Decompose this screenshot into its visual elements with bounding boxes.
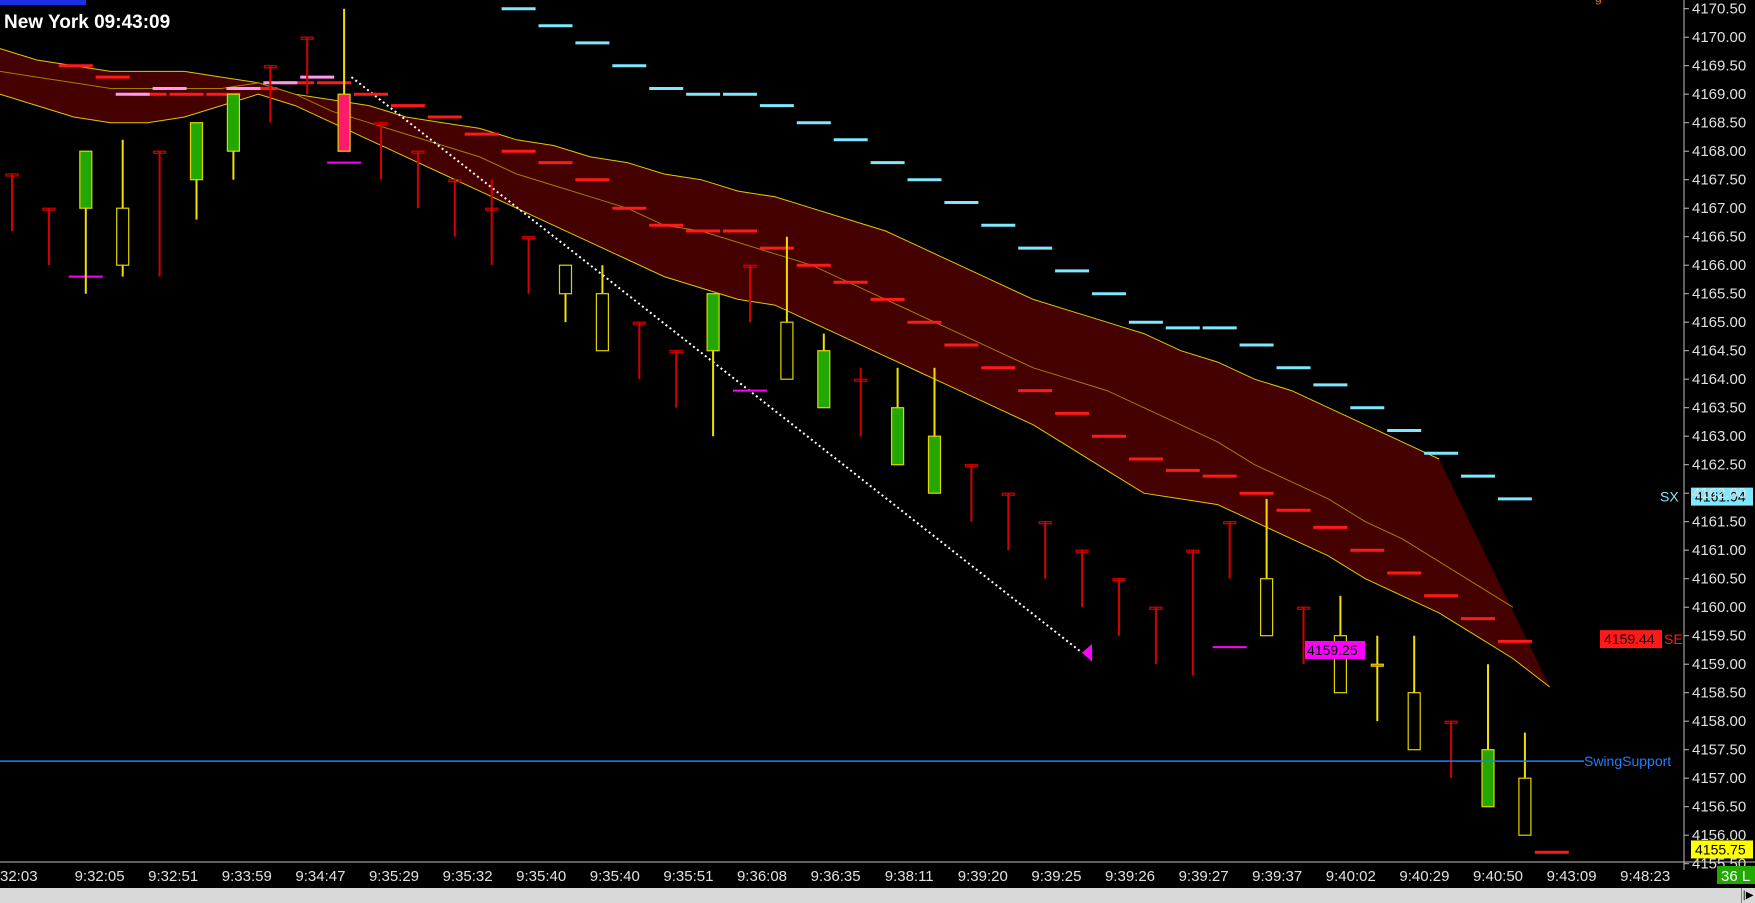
price-tick-label: 4160.00 — [1692, 599, 1746, 616]
time-tick-label: 9:32:51 — [148, 868, 198, 885]
scroll-right-button[interactable]: |▶ — [1741, 888, 1754, 903]
price-tick-label: 4167.50 — [1692, 172, 1746, 189]
candle-body[interactable] — [780, 321, 794, 380]
time-axis[interactable]: 32:03 9:32:05 9:32:51 9:33:59 9:34:47 9:35:29… — [0, 861, 1755, 885]
se-price-tag: 4159.44 — [1604, 631, 1655, 647]
price-tick-label: 4169.00 — [1692, 86, 1746, 103]
time-tick-label: 9:48:23 — [1620, 868, 1670, 885]
price-tick-label: 4156.00 — [1692, 827, 1746, 844]
time-tick-label: 9:40:29 — [1399, 868, 1449, 885]
price-tick-label: 4167.00 — [1692, 200, 1746, 217]
candle-body[interactable] — [558, 264, 573, 295]
time-tick-label: 9:39:27 — [1179, 868, 1229, 885]
time-tick-label: 9:35:32 — [443, 868, 493, 885]
price-tick-label: 4169.50 — [1692, 58, 1746, 75]
swing-support-label: SwingSupport — [1584, 753, 1671, 769]
price-tick-label: 4158.50 — [1692, 685, 1746, 702]
price-tick-label: 4161.50 — [1692, 514, 1746, 531]
time-tick-label: 9:40:02 — [1326, 868, 1376, 885]
corner-tag — [0, 0, 86, 5]
time-tick-label: 9:33:59 — [222, 868, 272, 885]
price-levels: SwingSupportSX 4161.944159.44 SE4159.25415… — [0, 0, 1753, 859]
candle-body[interactable] — [595, 293, 610, 352]
candle-body[interactable] — [337, 93, 351, 152]
se-label: SE — [1664, 631, 1683, 647]
time-tick-label: 9:43:09 — [1547, 868, 1597, 885]
band-lower-line — [0, 93, 1551, 688]
time-tick-label: 9:38:11 — [885, 868, 934, 885]
candle-body[interactable] — [890, 407, 905, 466]
price-tick-label: 4166.00 — [1692, 257, 1746, 274]
time-tick-label: 9:39:20 — [958, 868, 1008, 885]
candle-body[interactable] — [817, 350, 831, 409]
bar-count-label: 36 L — [1721, 868, 1750, 885]
clock-label: New York 09:43:09 — [0, 10, 175, 40]
candle-body[interactable] — [1481, 749, 1495, 808]
time-tick-label: 9:35:29 — [369, 868, 419, 885]
price-tick-label: 4163.00 — [1692, 428, 1746, 445]
price-tick-label: 4156.50 — [1692, 799, 1746, 816]
price-tick-label: 4158.00 — [1692, 713, 1746, 730]
time-tick-label: 9:39:25 — [1031, 868, 1081, 885]
chart-root[interactable]: SwingSupport SX 4161.94 4159.44 SE 4159.25 415… — [0, 0, 1755, 903]
entry-arrow-icon — [1082, 643, 1093, 662]
price-tick-label: 4157.50 — [1692, 742, 1746, 759]
candle-body[interactable] — [706, 293, 720, 352]
price-chart[interactable]: SwingSupportSX 4161.944159.44 SE4159.25415… — [0, 0, 1755, 903]
price-tick-label: 4159.50 — [1692, 628, 1746, 645]
price-tick-label: 4166.50 — [1692, 229, 1746, 246]
time-tick-label: 9:35:40 — [516, 868, 566, 885]
price-tick-label: 4162.50 — [1692, 457, 1746, 474]
time-tick-label: 32:03 — [0, 868, 38, 885]
time-tick-label: 9:36:08 — [737, 868, 787, 885]
candle-body[interactable] — [1259, 578, 1274, 637]
time-tick-label: 9:35:40 — [590, 868, 640, 885]
price-tick-label: 4164.50 — [1692, 343, 1746, 360]
time-tick-label: 9:36:35 — [811, 868, 861, 885]
time-tick-label: 9:35:51 — [663, 868, 713, 885]
horizontal-scrollbar[interactable] — [0, 888, 1755, 903]
price-tick-label: 4163.50 — [1692, 400, 1746, 417]
price-tick-label: 4159.00 — [1692, 656, 1746, 673]
candle-body[interactable] — [1518, 777, 1532, 836]
price-tick-label: 4170.50 — [1692, 1, 1746, 18]
price-tick-label: 4165.50 — [1692, 286, 1746, 303]
sx-label: SX — [1660, 489, 1679, 505]
time-tick-label: 9:32:05 — [75, 868, 125, 885]
candle-body[interactable] — [1370, 663, 1384, 667]
price-tick-label: 4165.00 — [1692, 314, 1746, 331]
price-tick-label: 4164.00 — [1692, 371, 1746, 388]
candle-body[interactable] — [226, 93, 240, 152]
candle-body[interactable] — [79, 150, 93, 209]
price-tick-label: 4168.00 — [1692, 143, 1746, 160]
time-tick-label: 9:39:26 — [1105, 868, 1155, 885]
candle-body[interactable] — [1407, 692, 1421, 751]
time-tick-label: 9:39:37 — [1252, 868, 1302, 885]
candle-body[interactable] — [189, 122, 204, 181]
price-tick-label: 4157.00 — [1692, 770, 1746, 787]
candle-body[interactable] — [116, 207, 130, 266]
top-right-mark: g — [1595, 0, 1602, 5]
price-tick-label: 4161.00 — [1692, 542, 1746, 559]
time-tick-label: 9:34:47 — [295, 868, 345, 885]
time-tick-label: 9:40:50 — [1473, 868, 1523, 885]
price-tick-label: 4162.00 — [1692, 485, 1746, 502]
entry-price-tag: 4159.25 — [1307, 642, 1358, 658]
price-tick-label: 4160.50 — [1692, 571, 1746, 588]
candle-body[interactable] — [927, 435, 942, 494]
price-axis[interactable]: 4170.50 4170.00 4169.50 4169.00 4168.50 4168.… — [1683, 0, 1746, 873]
price-tick-label: 4168.50 — [1692, 115, 1746, 132]
price-tick-label: 4170.00 — [1692, 29, 1746, 46]
